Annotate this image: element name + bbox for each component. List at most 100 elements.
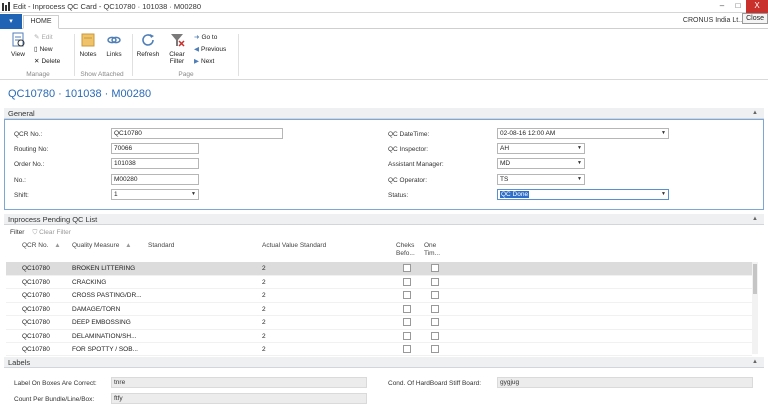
- dropdown-arrow-icon[interactable]: ▼: [577, 175, 582, 184]
- column-header-actual-value-standard[interactable]: Actual Value Standard: [262, 242, 326, 250]
- one-time-checkbox[interactable]: [431, 331, 439, 340]
- cheks-before-checkbox[interactable]: [403, 304, 411, 313]
- labels-section-header[interactable]: Labels ▲: [4, 357, 764, 368]
- collapse-chevron-icon[interactable]: ▲: [752, 214, 758, 225]
- collapse-chevron-icon[interactable]: ▲: [752, 108, 758, 119]
- app-icon: [2, 2, 10, 11]
- column-header-qcr-no[interactable]: QCR No. ▲: [22, 242, 61, 250]
- previous-button[interactable]: ◀ Previous: [194, 44, 226, 54]
- column-header-one-time[interactable]: One Tim...: [424, 242, 446, 258]
- qc-inspector-select[interactable]: AH ▼: [497, 143, 585, 154]
- one-time-checkbox[interactable]: [431, 291, 439, 299]
- status-select[interactable]: QC Done ▼: [497, 189, 669, 200]
- cell-qcr-no[interactable]: QC10780: [22, 333, 50, 340]
- cell-quality-measure[interactable]: BROKEN LITTERING: [72, 265, 135, 272]
- list-clear-filter-button[interactable]: ⛉ Clear Filter: [32, 229, 70, 239]
- clear-filter-button[interactable]: Clear Filter: [164, 32, 190, 65]
- cell-qcr-no[interactable]: QC10780: [22, 346, 50, 353]
- one-time-checkbox[interactable]: [431, 304, 439, 313]
- cell-actual-value[interactable]: 2: [262, 333, 266, 340]
- column-header-quality-measure[interactable]: Quality Measure ▲: [72, 242, 132, 250]
- table-row[interactable]: QC10780 CROSS PASTING/DR... 2: [6, 289, 752, 303]
- dropdown-arrow-icon[interactable]: ▼: [191, 190, 196, 199]
- shift-select[interactable]: 1 ▼: [111, 189, 199, 200]
- cell-actual-value[interactable]: 2: [262, 292, 266, 299]
- new-button[interactable]: ▯ New: [34, 44, 53, 54]
- view-icon: [12, 32, 25, 47]
- cell-quality-measure[interactable]: FOR SPOTTY / SOB...: [72, 346, 138, 353]
- cell-actual-value[interactable]: 2: [262, 279, 266, 286]
- table-row[interactable]: QC10780 FOR SPOTTY / SOB... 2: [6, 343, 752, 356]
- cheks-before-checkbox[interactable]: [403, 318, 411, 326]
- one-time-checkbox[interactable]: [431, 345, 439, 353]
- column-header-standard[interactable]: Standard: [148, 242, 174, 250]
- refresh-button[interactable]: Refresh: [136, 32, 160, 58]
- one-time-checkbox[interactable]: [431, 318, 439, 326]
- cheks-before-checkbox[interactable]: [403, 264, 411, 272]
- cell-quality-measure[interactable]: DEEP EMBOSSING: [72, 319, 131, 326]
- filter-button[interactable]: Filter: [10, 229, 24, 239]
- cell-quality-measure[interactable]: CROSS PASTING/DR...: [72, 292, 142, 299]
- dropdown-arrow-icon[interactable]: ▼: [577, 159, 582, 168]
- qc-datetime-select[interactable]: 02-08-16 12:00 AM ▼: [497, 128, 669, 139]
- cond-hardboard-field[interactable]: gygjug: [497, 377, 753, 388]
- maximize-button[interactable]: □: [730, 0, 746, 13]
- tab-home[interactable]: HOME: [23, 15, 59, 29]
- status-value: QC Done: [500, 191, 530, 198]
- cheks-before-checkbox[interactable]: [403, 291, 411, 299]
- application-menu-button[interactable]: ▾: [0, 14, 22, 29]
- collapse-chevron-icon[interactable]: ▲: [752, 357, 758, 368]
- scrollbar-thumb[interactable]: [753, 264, 757, 294]
- pencil-icon: ✎: [34, 34, 40, 41]
- one-time-checkbox[interactable]: [431, 277, 439, 286]
- label-on-boxes-field[interactable]: tnre: [111, 377, 367, 388]
- view-button[interactable]: View: [6, 32, 30, 58]
- minimize-button[interactable]: –: [714, 0, 730, 13]
- cheks-before-checkbox[interactable]: [403, 345, 411, 353]
- dropdown-arrow-icon[interactable]: ▼: [661, 129, 666, 138]
- qc-operator-select[interactable]: TS ▼: [497, 174, 585, 185]
- cell-qcr-no[interactable]: QC10780: [22, 292, 50, 299]
- dropdown-arrow-icon[interactable]: ▼: [577, 144, 582, 153]
- cell-actual-value[interactable]: 2: [262, 319, 266, 326]
- routing-no-field[interactable]: 70066: [111, 143, 199, 154]
- cheks-before-checkbox[interactable]: [403, 277, 411, 286]
- general-section-header[interactable]: General ▲: [4, 108, 764, 119]
- edit-button[interactable]: ✎ Edit: [34, 32, 53, 42]
- table-row[interactable]: QC10780 DELAMINATION/SH... 2: [6, 330, 752, 343]
- no-field[interactable]: M00280: [111, 174, 199, 185]
- pending-qc-list-header[interactable]: Inprocess Pending QC List ▲: [4, 214, 764, 225]
- count-per-bundle-field[interactable]: ftfy: [111, 393, 367, 404]
- column-header-cheks-before[interactable]: Cheks Befo...: [396, 242, 422, 258]
- assistant-manager-select[interactable]: MD ▼: [497, 158, 585, 169]
- table-row[interactable]: QC10780 BROKEN LITTERING 2: [6, 262, 752, 276]
- list-scrollbar[interactable]: [752, 262, 758, 354]
- cell-quality-measure[interactable]: DAMAGE/TORN: [72, 306, 120, 313]
- cell-quality-measure[interactable]: CRACKING: [72, 279, 106, 286]
- links-button[interactable]: Links: [102, 32, 126, 58]
- table-row[interactable]: QC10780 CRACKING 2: [6, 276, 752, 289]
- cheks-before-checkbox[interactable]: [403, 331, 411, 340]
- next-button[interactable]: ▶ Next: [194, 56, 214, 66]
- group-manage: View ✎ Edit ▯ New ✕ Delete Manage: [4, 30, 72, 80]
- one-time-checkbox[interactable]: [431, 264, 439, 272]
- cell-actual-value[interactable]: 2: [262, 306, 266, 313]
- cell-actual-value[interactable]: 2: [262, 346, 266, 353]
- count-per-bundle-label: Count Per Bundle/Line/Box:: [14, 396, 95, 403]
- go-to-button[interactable]: ➜ Go to: [194, 32, 217, 42]
- cell-quality-measure[interactable]: DELAMINATION/SH...: [72, 333, 137, 340]
- cell-qcr-no[interactable]: QC10780: [22, 279, 50, 286]
- order-no-field[interactable]: 101038: [111, 158, 199, 169]
- cell-qcr-no[interactable]: QC10780: [22, 319, 50, 326]
- cell-qcr-no[interactable]: QC10780: [22, 265, 50, 272]
- cell-actual-value[interactable]: 2: [262, 265, 266, 272]
- table-row[interactable]: QC10780 DAMAGE/TORN 2: [6, 303, 752, 316]
- dropdown-arrow-icon[interactable]: ▼: [661, 190, 666, 199]
- cell-qcr-no[interactable]: QC10780: [22, 306, 50, 313]
- delete-button[interactable]: ✕ Delete: [34, 56, 60, 66]
- notes-button[interactable]: Notes: [76, 32, 100, 58]
- close-button[interactable]: X: [746, 0, 768, 13]
- qcr-no-field[interactable]: QC10780: [111, 128, 283, 139]
- view-label: View: [11, 51, 25, 58]
- table-row[interactable]: QC10780 DEEP EMBOSSING 2: [6, 316, 752, 330]
